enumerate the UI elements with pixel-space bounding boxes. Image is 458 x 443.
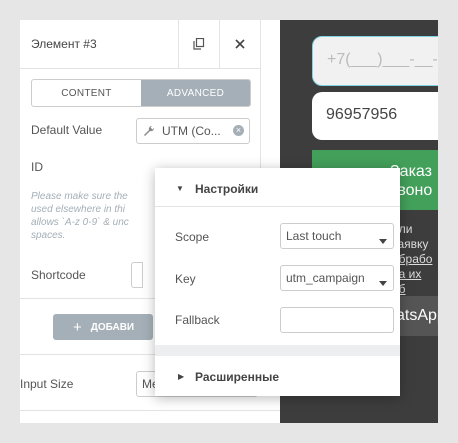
tab-content[interactable]: CONTENT (32, 80, 141, 106)
remove-tag-icon[interactable]: × (233, 125, 244, 136)
add-item-button[interactable]: + ДОБАВИ (53, 314, 153, 340)
shortcode-field[interactable] (131, 262, 143, 288)
scope-value: Last touch (286, 229, 342, 243)
key-select[interactable]: utm_campaign (280, 265, 394, 291)
element-title: Элемент #3 (31, 37, 97, 51)
plus-icon: + (73, 318, 82, 336)
id-label: ID (31, 160, 43, 174)
chevron-down-icon (379, 233, 387, 247)
dynamic-tag-settings-popup: ▼ Настройки Scope Last touch Key utm_cam… (155, 168, 400, 396)
popup-divider (155, 206, 400, 207)
key-label: Key (175, 272, 196, 286)
default-value-label: Default Value (31, 123, 103, 137)
phone-value: 96957956 (326, 106, 398, 123)
wrench-icon (143, 124, 155, 142)
popup-section-band (155, 345, 400, 356)
copy-icon (193, 38, 205, 50)
id-help-text: Please make sure the used elsewhere in t… (31, 190, 143, 242)
chevron-down-icon (379, 275, 387, 289)
duplicate-button[interactable] (179, 20, 219, 68)
phone-placeholder: +7(___)___-__- (327, 51, 438, 68)
tab-advanced[interactable]: ADVANCED (141, 80, 250, 106)
help-line: spaces. (31, 230, 66, 241)
settings-section-title[interactable]: Настройки (195, 182, 258, 196)
preview-phone-field[interactable]: +7(___)___-__- (312, 36, 438, 86)
caret-down-icon[interactable]: ▼ (176, 184, 184, 193)
dynamic-tag-name: UTM (Co... (162, 124, 221, 138)
scope-select[interactable]: Last touch (280, 223, 394, 249)
advanced-section-title[interactable]: Расширенные (195, 370, 279, 384)
add-item-label: ДОБАВИ (90, 321, 135, 333)
content-advanced-tabs: CONTENT ADVANCED (31, 79, 251, 107)
fallback-label: Fallback (175, 313, 220, 327)
key-value: utm_campaign (286, 271, 365, 285)
help-line: Please make sure the (31, 191, 128, 202)
default-value-dynamic-field[interactable]: UTM (Co... × (136, 118, 250, 144)
panel-header: Элемент #3 (20, 20, 260, 69)
help-line: allows `A-z 0-9` & unc (31, 217, 129, 228)
editor-frame: Элемент #3 CONTENT ADVANCED Default Valu… (20, 20, 438, 423)
caret-right-icon[interactable]: ▶ (178, 372, 184, 381)
close-icon (235, 39, 245, 49)
shortcode-label: Shortcode (31, 268, 86, 282)
fallback-input[interactable] (280, 307, 394, 333)
scope-label: Scope (175, 230, 210, 244)
section-divider (20, 410, 280, 411)
preview-number-field[interactable]: 96957956 (312, 92, 438, 140)
help-line: used elsewhere in thi (31, 204, 125, 215)
close-button[interactable] (220, 20, 260, 68)
whatsapp-label: atsApp (396, 307, 438, 324)
input-size-label: Input Size (20, 377, 74, 391)
